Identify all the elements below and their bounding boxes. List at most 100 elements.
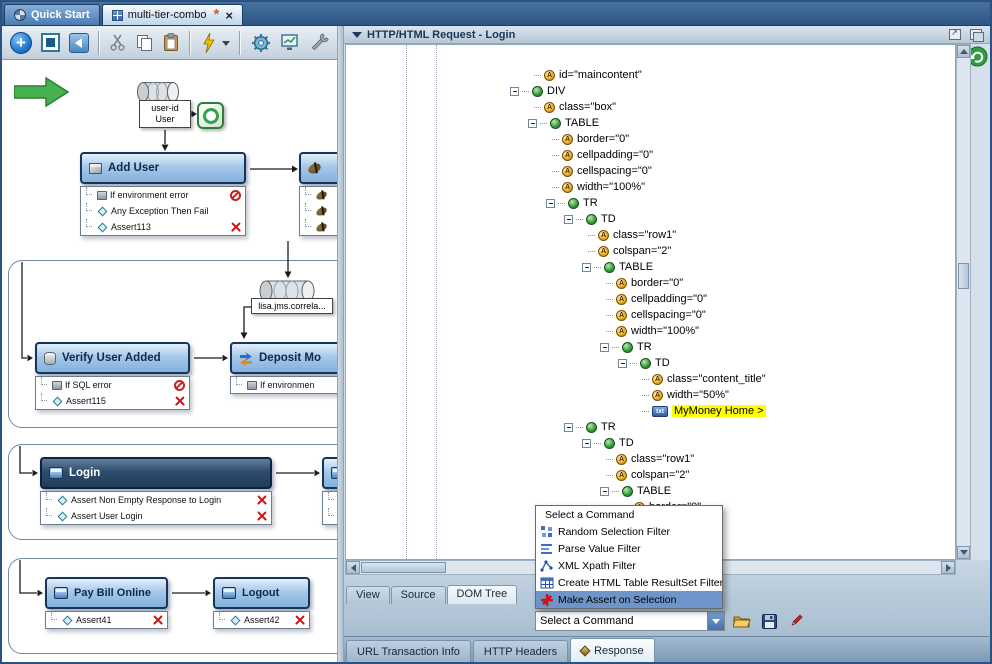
collapse-toggle-icon[interactable]	[600, 487, 609, 496]
tab-multi-tier-combo[interactable]: multi-tier-combo * ×	[102, 4, 243, 25]
dom-text-row[interactable]: txtMyMoney Home >	[346, 403, 955, 419]
assertion-row[interactable]: If SQL error	[36, 377, 189, 393]
menu-item[interactable]: Select a Command	[536, 506, 722, 523]
scroll-left-button[interactable]	[346, 561, 360, 574]
dom-attribute-row[interactable]: Aborder="0"	[346, 131, 955, 147]
tools-button[interactable]	[309, 30, 329, 56]
dom-attribute-row[interactable]: Acellpadding="0"	[346, 147, 955, 163]
dom-attribute-row[interactable]: Aclass="row1"	[346, 451, 955, 467]
assertion-row[interactable]: Assert User Login	[41, 508, 271, 524]
open-model-button[interactable]	[41, 30, 60, 56]
dom-element-row[interactable]: TABLE	[346, 115, 955, 131]
assertion-row[interactable]	[323, 492, 337, 508]
dom-attribute-row[interactable]: Aid="maincontent"	[346, 67, 955, 83]
assertion-row[interactable]: If environmen	[231, 377, 337, 393]
dom-tree[interactable]: Aid="maincontent"DIVAclass="box"TABLEAbo…	[345, 44, 956, 560]
pane-splitter[interactable]	[337, 26, 344, 662]
menu-item[interactable]: XML Xpath Filter	[536, 557, 722, 574]
menu-item[interactable]: Make Assert on Selection	[536, 591, 722, 608]
tab-dom-tree[interactable]: DOM Tree	[447, 585, 518, 604]
scroll-right-button[interactable]	[941, 561, 955, 574]
open-button[interactable]	[732, 611, 752, 631]
assertion-row[interactable]: Assert115	[36, 393, 189, 409]
assertion-row[interactable]: Assert113	[81, 219, 245, 235]
jms-queue-label[interactable]: lisa.jms.correla...	[251, 298, 333, 314]
dom-element-row[interactable]: TD	[346, 211, 955, 227]
start-node-icon[interactable]	[197, 102, 224, 129]
paste-button[interactable]	[163, 30, 180, 56]
dom-element-row[interactable]: DIV	[346, 83, 955, 99]
run-button[interactable]	[200, 30, 217, 56]
save-button[interactable]	[759, 611, 779, 631]
collapse-toggle-icon[interactable]	[564, 423, 573, 432]
assertion-row[interactable]	[300, 187, 337, 203]
step-node-verify-user-added[interactable]: Verify User Added If SQL error Assert115	[35, 342, 190, 410]
assertion-row[interactable]: Assert41	[46, 612, 167, 628]
dom-element-row[interactable]: TR	[346, 419, 955, 435]
dom-attribute-row[interactable]: Aclass="content_title"	[346, 371, 955, 387]
dom-element-row[interactable]: TR	[346, 195, 955, 211]
assertion-row[interactable]	[300, 203, 337, 219]
step-node-clipped-right[interactable]	[322, 457, 337, 525]
mark-button[interactable]	[786, 611, 806, 631]
menu-item[interactable]: Random Selection Filter	[536, 523, 722, 540]
step-node-logout[interactable]: Logout Assert42	[213, 577, 310, 629]
dataset-label-user-id[interactable]: user-id User	[139, 100, 191, 128]
step-node-login[interactable]: Login Assert Non Empty Response to Login…	[40, 457, 272, 525]
menu-item[interactable]: Parse Value Filter	[536, 540, 722, 557]
dom-element-row[interactable]: TR	[346, 339, 955, 355]
tab-url-transaction-info[interactable]: URL Transaction Info	[346, 640, 471, 662]
close-tab-button[interactable]: ×	[225, 8, 233, 23]
settings-button[interactable]	[250, 30, 272, 56]
dom-attribute-row[interactable]: Acellspacing="0"	[346, 307, 955, 323]
scrollbar-thumb[interactable]	[361, 562, 446, 573]
dom-attribute-row[interactable]: Awidth="100%"	[346, 179, 955, 195]
dom-element-row[interactable]: TD	[346, 355, 955, 371]
dom-element-row[interactable]: TD	[346, 435, 955, 451]
dom-element-row[interactable]: TABLE	[346, 259, 955, 275]
assertion-row[interactable]	[323, 508, 337, 524]
dom-attribute-row[interactable]: Awidth="50%"	[346, 387, 955, 403]
step-node-clipped-right[interactable]	[299, 152, 337, 236]
dom-attribute-row[interactable]: Acellpadding="0"	[346, 291, 955, 307]
collapse-toggle-icon[interactable]	[528, 119, 537, 128]
tab-response[interactable]: Response	[570, 638, 655, 662]
collapse-toggle-icon[interactable]	[582, 439, 591, 448]
dom-attribute-row[interactable]: Aborder="0"	[346, 275, 955, 291]
menu-item[interactable]: Create HTML Table ResultSet Filter	[536, 574, 722, 591]
assertion-row[interactable]: If environment error	[81, 187, 245, 203]
cut-button[interactable]	[109, 30, 127, 56]
copy-button[interactable]	[136, 30, 154, 56]
dom-attribute-row[interactable]: Awidth="100%"	[346, 323, 955, 339]
dom-element-row[interactable]: TABLE	[346, 483, 955, 499]
dom-attribute-row[interactable]: Aclass="box"	[346, 99, 955, 115]
vertical-scrollbar[interactable]	[956, 44, 971, 560]
dom-attribute-row[interactable]: Aclass="row1"	[346, 227, 955, 243]
tab-http-headers[interactable]: HTTP Headers	[473, 640, 568, 662]
collapse-toggle-icon[interactable]	[582, 263, 591, 272]
assertion-row[interactable]: Assert42	[214, 612, 309, 628]
combo-dropdown-button[interactable]	[707, 612, 724, 630]
collapse-toggle-icon[interactable]	[510, 87, 519, 96]
collapse-toggle-icon[interactable]	[546, 199, 555, 208]
assertion-row[interactable]: Assert Non Empty Response to Login	[41, 492, 271, 508]
run-dropdown-arrow[interactable]	[222, 41, 230, 50]
back-button[interactable]	[69, 30, 89, 56]
collapse-panel-icon[interactable]	[352, 32, 362, 43]
collapse-toggle-icon[interactable]	[618, 359, 627, 368]
float-panel-icon[interactable]	[949, 29, 961, 40]
monitor-button[interactable]	[281, 30, 300, 56]
collapse-toggle-icon[interactable]	[600, 343, 609, 352]
tab-source[interactable]: Source	[391, 586, 446, 604]
tab-view[interactable]: View	[346, 586, 390, 604]
assertion-row[interactable]: Any Exception Then Fail	[81, 203, 245, 219]
assertion-row[interactable]	[300, 219, 337, 235]
scroll-up-button[interactable]	[957, 45, 970, 58]
dom-attribute-row[interactable]: Acolspan="2"	[346, 243, 955, 259]
maximize-panel-icon[interactable]	[970, 29, 982, 40]
step-node-add-user[interactable]: Add User If environment error Any Except…	[80, 152, 246, 236]
dom-attribute-row[interactable]: Acolspan="2"	[346, 467, 955, 483]
scrollbar-thumb[interactable]	[958, 263, 969, 289]
collapse-toggle-icon[interactable]	[564, 215, 573, 224]
tab-quick-start[interactable]: Quick Start	[4, 4, 100, 25]
